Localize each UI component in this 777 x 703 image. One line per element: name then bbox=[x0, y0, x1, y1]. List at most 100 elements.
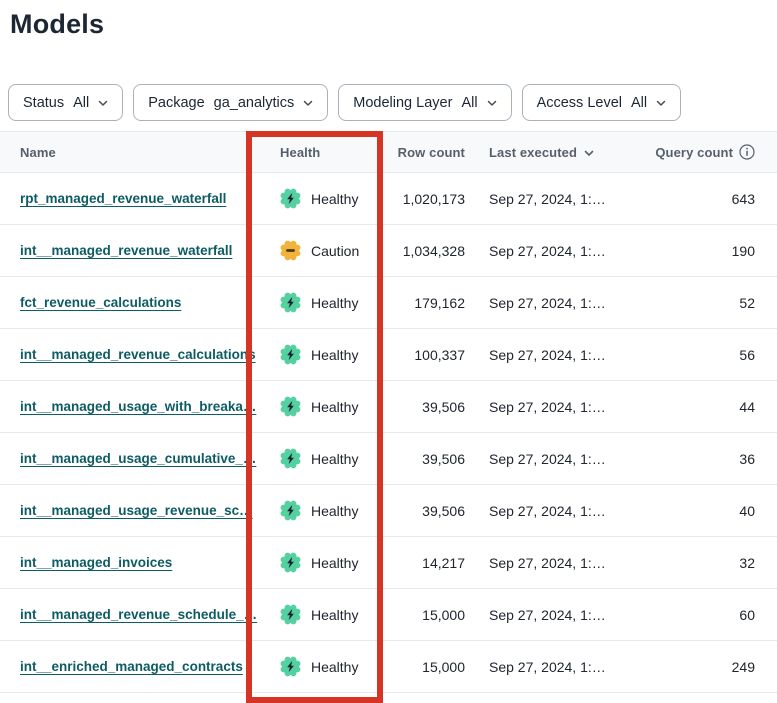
model-name-cell: int__managed_usage_cumulative_… bbox=[0, 450, 263, 468]
table-row: int__managed_usage_cumulative_… Healthy 39… bbox=[0, 433, 777, 485]
query-count-value: 60 bbox=[624, 607, 777, 623]
chevron-down-icon bbox=[487, 100, 497, 107]
health-status-cell: Healthy bbox=[263, 552, 380, 573]
healthy-badge-icon bbox=[280, 656, 301, 677]
health-status-label: Healthy bbox=[311, 659, 358, 675]
last-executed-value: Sep 27, 2024, 1:… bbox=[465, 399, 624, 415]
query-count-value: 190 bbox=[624, 243, 777, 259]
table-header-row: Name Health Row count Last executed Quer… bbox=[0, 131, 777, 173]
sort-chevron-down-icon[interactable] bbox=[584, 150, 594, 157]
last-executed-value: Sep 27, 2024, 1:… bbox=[465, 295, 624, 311]
filter-status[interactable]: Status All bbox=[8, 84, 123, 121]
row-count-value: 39,506 bbox=[380, 451, 465, 467]
model-name-cell: rpt_managed_revenue_waterfall bbox=[0, 190, 263, 208]
filter-value: All bbox=[73, 95, 89, 111]
column-header-last-executed-label: Last executed bbox=[489, 145, 577, 160]
column-header-row-count[interactable]: Row count bbox=[380, 145, 465, 160]
table-row: fct_revenue_calculations Healthy 179,162Se… bbox=[0, 277, 777, 329]
health-status-cell: Healthy bbox=[263, 604, 380, 625]
model-name-link[interactable]: int__managed_usage_revenue_sc… bbox=[20, 503, 253, 518]
model-name-link[interactable]: int__enriched_managed_contracts bbox=[20, 659, 243, 674]
health-status-label: Healthy bbox=[311, 295, 358, 311]
health-status-label: Caution bbox=[311, 243, 359, 259]
row-count-value: 1,020,173 bbox=[380, 191, 465, 207]
table-row: int__managed_revenue_schedule_… Healthy 15… bbox=[0, 589, 777, 641]
model-name-cell: int__managed_usage_revenue_sc… bbox=[0, 502, 263, 520]
model-name-link[interactable]: int__managed_invoices bbox=[20, 555, 172, 570]
health-status-cell: Healthy bbox=[263, 188, 380, 209]
health-status-cell: Healthy bbox=[263, 396, 380, 417]
last-executed-value: Sep 27, 2024, 1:… bbox=[465, 607, 624, 623]
chevron-down-icon bbox=[98, 100, 108, 107]
healthy-badge-icon bbox=[280, 604, 301, 625]
row-count-value: 39,506 bbox=[380, 399, 465, 415]
model-name-cell: fct_revenue_calculations bbox=[0, 294, 263, 312]
column-header-query-count[interactable]: Query count bbox=[624, 144, 777, 160]
last-executed-value: Sep 27, 2024, 1:… bbox=[465, 243, 624, 259]
healthy-badge-icon bbox=[280, 448, 301, 469]
last-executed-value: Sep 27, 2024, 1:… bbox=[465, 555, 624, 571]
row-count-value: 15,000 bbox=[380, 607, 465, 623]
model-name-link[interactable]: rpt_managed_revenue_waterfall bbox=[20, 191, 226, 206]
row-count-value: 179,162 bbox=[380, 295, 465, 311]
model-name-cell: int__managed_usage_with_breaka… bbox=[0, 398, 263, 416]
query-count-value: 249 bbox=[624, 659, 777, 675]
filter-package[interactable]: Packagega_analytics bbox=[133, 84, 328, 121]
healthy-badge-icon bbox=[280, 292, 301, 313]
table-row: int__managed_invoices Healthy 14,217Sep 27… bbox=[0, 537, 777, 589]
filter-value: All bbox=[461, 95, 477, 111]
healthy-badge-icon bbox=[280, 188, 301, 209]
model-name-cell: int__managed_revenue_waterfall bbox=[0, 242, 263, 260]
table-row: int__enriched_managed_contractsHealthy15… bbox=[0, 641, 777, 693]
health-status-cell: Healthy bbox=[263, 344, 380, 365]
table-row: int__managed_usage_revenue_sc…Healthy39,… bbox=[0, 485, 777, 537]
model-name-link[interactable]: int__managed_revenue_calculations bbox=[20, 347, 256, 362]
healthy-badge-icon bbox=[280, 552, 301, 573]
query-count-value: 32 bbox=[624, 555, 777, 571]
model-name-link[interactable]: int__managed_revenue_waterfall bbox=[20, 243, 232, 258]
column-header-name[interactable]: Name bbox=[0, 145, 263, 160]
filter-label: Modeling Layer bbox=[353, 95, 452, 111]
query-count-value: 36 bbox=[624, 451, 777, 467]
last-executed-value: Sep 27, 2024, 1:… bbox=[465, 451, 624, 467]
info-icon[interactable] bbox=[739, 144, 755, 160]
filter-label: Status bbox=[23, 95, 64, 111]
model-name-link[interactable]: int__managed_usage_with_breaka… bbox=[20, 399, 256, 414]
table-body: rpt_managed_revenue_waterfallHealthy1,02… bbox=[0, 173, 777, 693]
health-status-label: Healthy bbox=[311, 607, 358, 623]
chevron-down-icon bbox=[656, 100, 666, 107]
table-row: rpt_managed_revenue_waterfall Healthy1,02… bbox=[0, 173, 777, 225]
models-table: Name Health Row count Last executed Quer… bbox=[0, 131, 777, 693]
column-header-health[interactable]: Health bbox=[263, 145, 380, 160]
health-status-cell: Healthy bbox=[263, 500, 380, 521]
health-status-cell: Caution bbox=[263, 240, 380, 261]
query-count-value: 52 bbox=[624, 295, 777, 311]
health-status-cell: Healthy bbox=[263, 292, 380, 313]
last-executed-value: Sep 27, 2024, 1:… bbox=[465, 347, 624, 363]
model-name-link[interactable]: int__managed_revenue_schedule_… bbox=[20, 607, 257, 622]
health-status-cell: Healthy bbox=[263, 448, 380, 469]
health-status-label: Healthy bbox=[311, 555, 358, 571]
filter-label: Package bbox=[148, 95, 204, 111]
chevron-down-icon bbox=[303, 100, 313, 107]
healthy-badge-icon bbox=[280, 344, 301, 365]
row-count-value: 14,217 bbox=[380, 555, 465, 571]
filter-modeling-layer[interactable]: Modeling Layer All bbox=[338, 84, 511, 121]
filter-access-level[interactable]: Access Level All bbox=[522, 84, 682, 121]
model-name-link[interactable]: int__managed_usage_cumulative_… bbox=[20, 451, 256, 466]
health-status-label: Healthy bbox=[311, 451, 358, 467]
filter-label: Access Level bbox=[537, 95, 622, 111]
column-header-query-count-label: Query count bbox=[655, 145, 733, 160]
page-title: Models bbox=[10, 9, 777, 40]
column-header-last-executed[interactable]: Last executed bbox=[465, 145, 624, 160]
model-name-cell: int__managed_invoices bbox=[0, 554, 263, 572]
healthy-badge-icon bbox=[280, 500, 301, 521]
health-status-cell: Healthy bbox=[263, 656, 380, 677]
model-name-link[interactable]: fct_revenue_calculations bbox=[20, 295, 181, 310]
model-name-cell: int__managed_revenue_calculations bbox=[0, 346, 263, 364]
query-count-value: 44 bbox=[624, 399, 777, 415]
health-status-label: Healthy bbox=[311, 503, 358, 519]
filter-value: All bbox=[631, 95, 647, 111]
table-row: int__managed_usage_with_breaka… Healthy39… bbox=[0, 381, 777, 433]
health-status-label: Healthy bbox=[311, 347, 358, 363]
